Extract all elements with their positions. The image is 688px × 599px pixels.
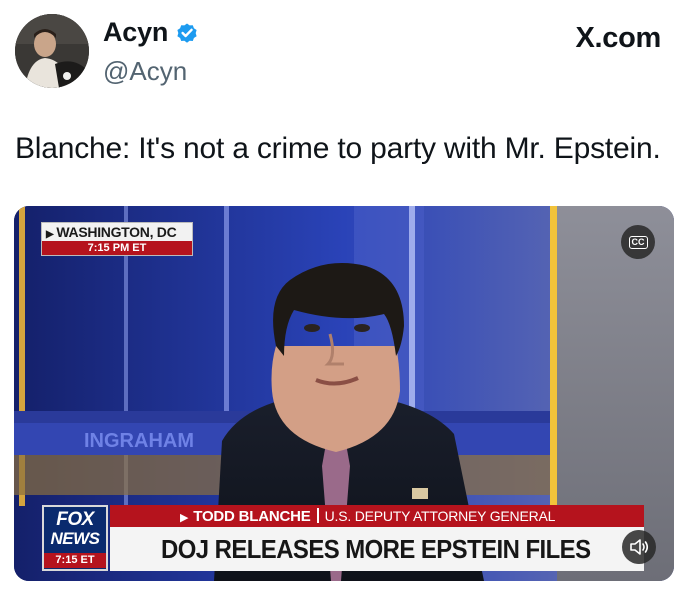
speaker-volume-icon bbox=[630, 539, 649, 555]
site-label: X.com bbox=[575, 22, 661, 54]
avatar[interactable] bbox=[15, 14, 89, 88]
network-time: 7:15 ET bbox=[44, 553, 106, 568]
speaker-title: U.S. DEPUTY ATTORNEY GENERAL bbox=[324, 508, 556, 524]
tweet-text: Blanche: It's not a crime to party with … bbox=[15, 132, 661, 165]
speaker-bar: ▶ TODD BLANCHE U.S. DEPUTY ATTORNEY GENERA… bbox=[110, 505, 644, 527]
user-handle[interactable]: @Acyn bbox=[103, 56, 187, 87]
verified-badge-icon bbox=[175, 21, 199, 45]
play-triangle-icon: ▶ bbox=[46, 229, 54, 240]
video-player[interactable]: INGRAHAM ▶ WASHINGTON, DC 7:15 PM ET CC F… bbox=[14, 206, 674, 581]
location-box: ▶ WASHINGTON, DC 7:15 PM ET bbox=[41, 222, 193, 256]
news-lower-third: FOX NEWS 7:15 ET ▶ TODD BLANCHE U.S. DEPUT… bbox=[14, 498, 674, 581]
display-name[interactable]: Acyn bbox=[103, 17, 168, 48]
mute-button[interactable] bbox=[622, 530, 656, 564]
background-text: INGRAHAM bbox=[84, 430, 194, 452]
closed-captions-icon: CC bbox=[628, 235, 648, 249]
speaker-name: TODD BLANCHE bbox=[193, 508, 311, 525]
play-triangle-icon: ▶ bbox=[180, 512, 189, 524]
location-label: WASHINGTON, DC bbox=[56, 224, 177, 240]
location-time: 7:15 PM ET bbox=[42, 241, 192, 255]
fox-news-logo: FOX NEWS 7:15 ET bbox=[42, 505, 108, 571]
closed-captions-button[interactable]: CC bbox=[621, 225, 655, 259]
headline-text: DOJ RELEASES MORE EPSTEIN FILES bbox=[161, 534, 591, 564]
headline-bar: DOJ RELEASES MORE EPSTEIN FILES bbox=[110, 527, 644, 571]
